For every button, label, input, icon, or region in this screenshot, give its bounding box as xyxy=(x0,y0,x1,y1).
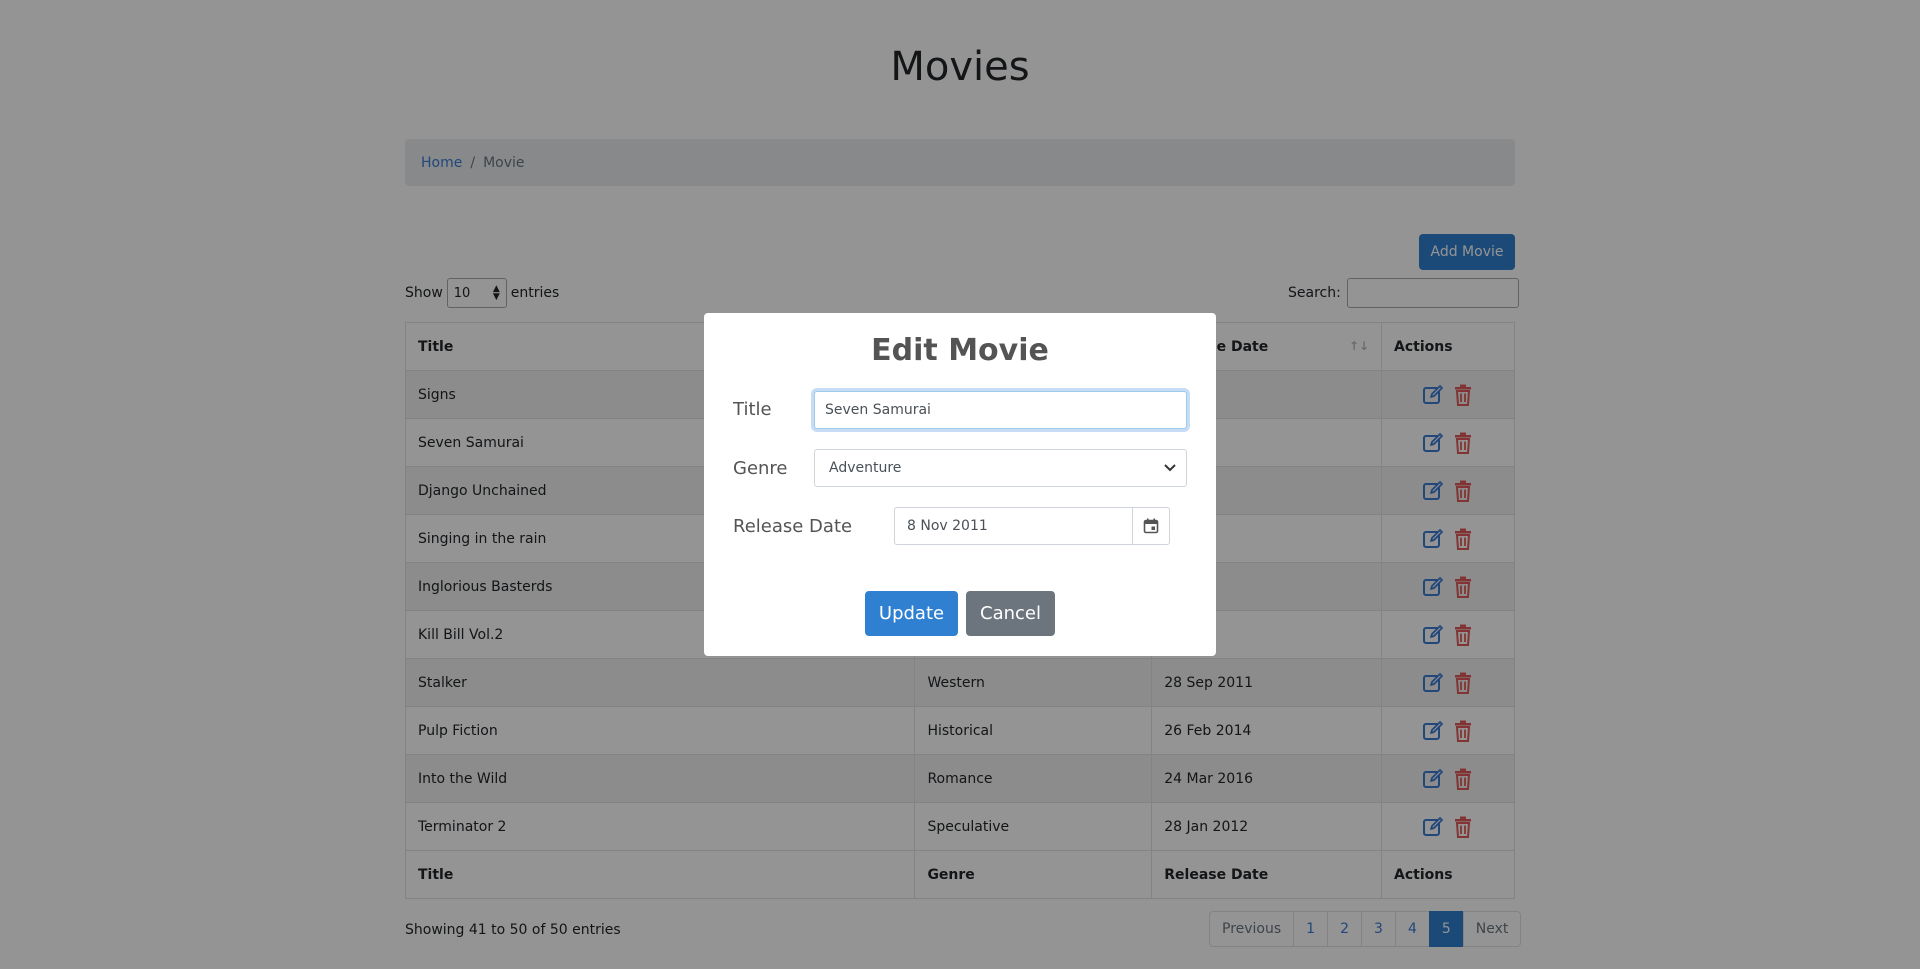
release-date-picker xyxy=(894,507,1170,545)
release-date-input[interactable] xyxy=(894,507,1132,545)
calendar-button[interactable] xyxy=(1132,507,1170,545)
genre-select-value: Adventure xyxy=(829,460,902,476)
genre-label: Genre xyxy=(733,458,788,479)
modal-title: Edit Movie xyxy=(871,333,1049,368)
genre-select[interactable]: Adventure xyxy=(814,449,1187,487)
cancel-button[interactable]: Cancel xyxy=(966,591,1055,636)
title-label: Title xyxy=(733,399,772,420)
edit-movie-modal: Edit Movie Title Genre Adventure Release… xyxy=(704,313,1216,656)
release-date-label: Release Date xyxy=(733,516,853,537)
update-button[interactable]: Update xyxy=(865,591,958,636)
title-input[interactable] xyxy=(814,391,1187,429)
chevron-down-icon xyxy=(1164,464,1176,472)
calendar-icon xyxy=(1143,518,1159,534)
